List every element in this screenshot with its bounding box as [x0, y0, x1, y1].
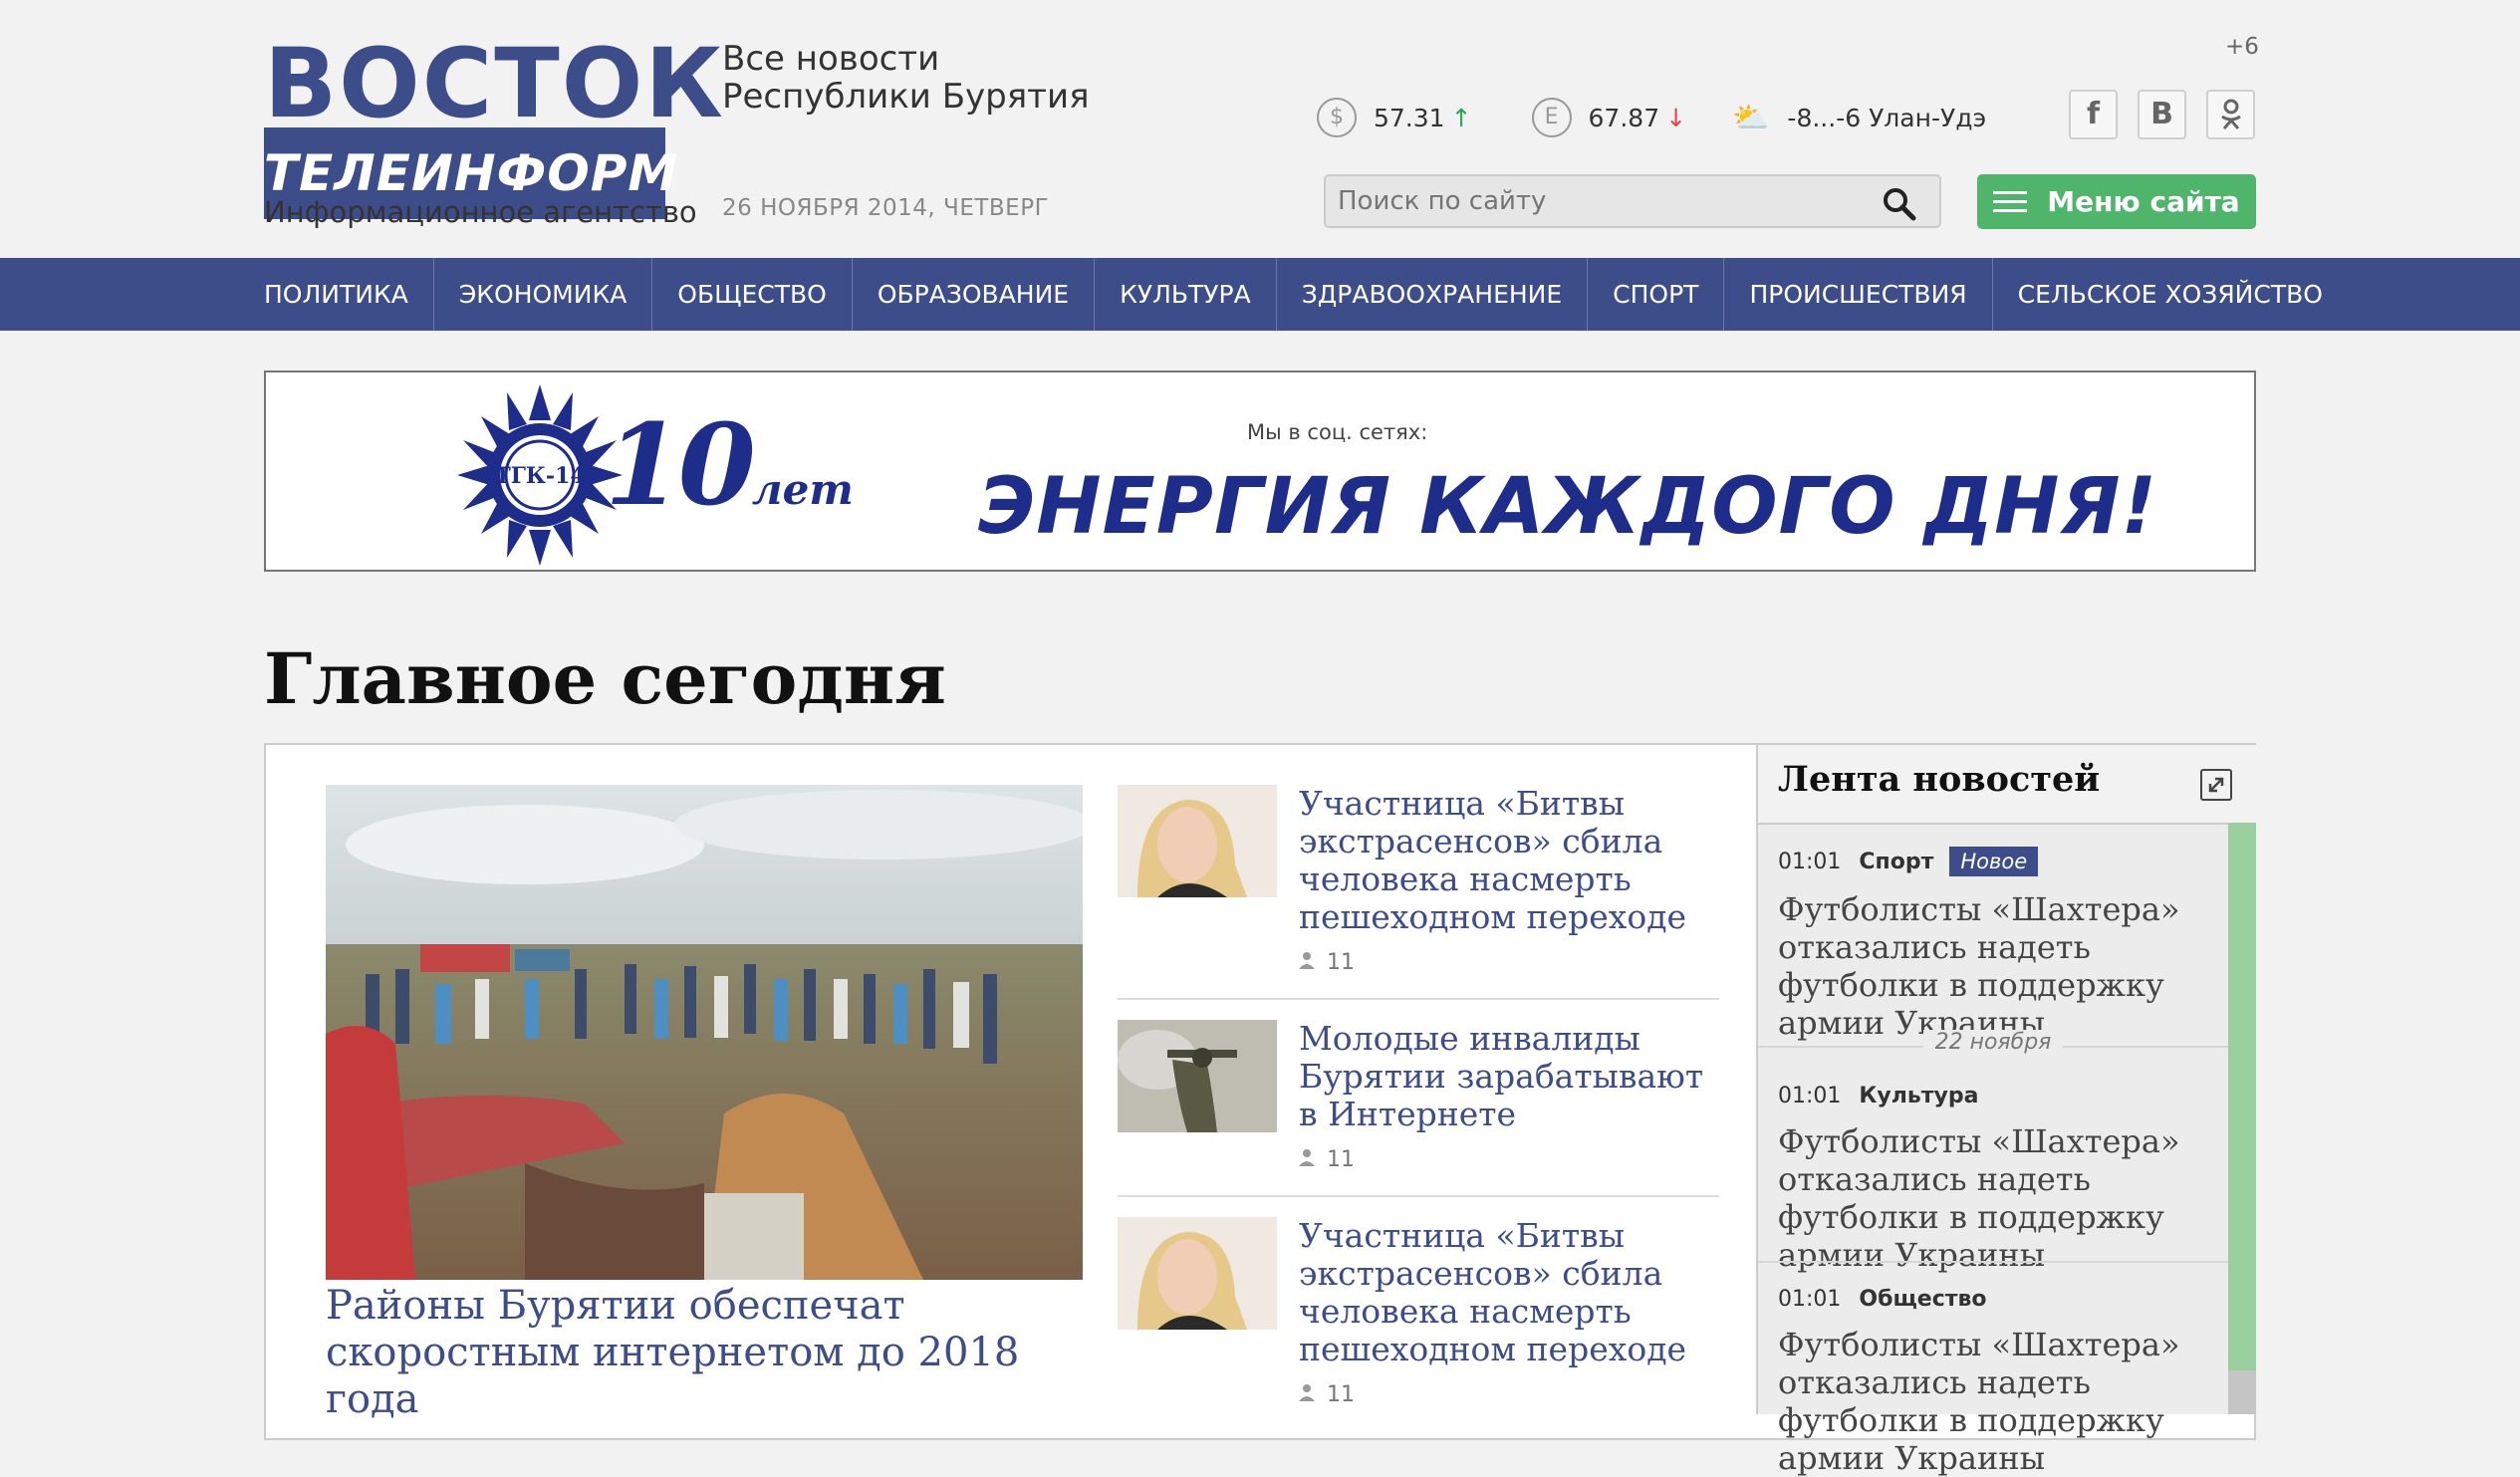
weather-text[interactable]: -8...-6 Улан-Удэ: [1787, 104, 1986, 132]
advertising-banner[interactable]: ТГК-14 10лет Мы в соц. сетях: ЭНЕРГИЯ КА…: [264, 370, 2256, 572]
news-divider: [1118, 1195, 1719, 1197]
search-input[interactable]: [1338, 176, 1856, 226]
banner-slogan: ЭНЕРГИЯ КАЖДОГО ДНЯ!: [978, 462, 2158, 552]
user-icon: [1299, 950, 1315, 975]
vkontakte-icon[interactable]: B: [2138, 90, 2186, 139]
news-feed: Лента новостей 01:01 Спорт Новое Футболи…: [1756, 745, 2256, 1477]
news-views: 11: [1299, 950, 1355, 975]
hamburger-icon: [1993, 185, 2028, 218]
feed-date-divider: 22 ноября: [1758, 1030, 2228, 1055]
user-icon: [1299, 1382, 1315, 1407]
current-date: 26 НОЯБРЯ 2014, ЧЕТВЕРГ: [722, 195, 1050, 221]
feed-item-time: 01:01: [1778, 1084, 1842, 1108]
timezone-offset: +6: [2225, 34, 2259, 60]
cloud-sun-icon: ⛅: [1732, 100, 1770, 135]
news-title[interactable]: Молодые инвалиды Бурятии зарабатывают в …: [1299, 1020, 1717, 1133]
odnoklassniki-icon[interactable]: [2206, 90, 2255, 139]
anniversary-number: 10: [605, 400, 756, 531]
scrollbar-thumb[interactable]: [2228, 823, 2256, 1370]
arrow-up-icon: ↑: [1450, 103, 1472, 132]
usd-rate: 57.31: [1374, 103, 1445, 132]
news-thumbnail[interactable]: [1118, 1020, 1277, 1132]
news-feed-header: Лента новостей: [1758, 745, 2256, 825]
lead-news-title[interactable]: Районы Бурятии обеспечат скоростным инте…: [326, 1283, 1103, 1423]
feed-item-title[interactable]: Футболисты «Шахтера» отказались надеть ф…: [1778, 1326, 2226, 1477]
feed-item[interactable]: 01:01 Общество Футболисты «Шахтера» отка…: [1778, 1287, 2226, 1477]
logo-subtitle: Информационное агентство: [264, 195, 697, 229]
currency-weather-bar: $ 57.31 ↑ E 67.87 ↓ ⛅ -8...-6 Улан-Удэ: [1317, 98, 1986, 137]
views-count: 11: [1327, 1382, 1355, 1407]
new-badge: Новое: [1949, 847, 2039, 876]
nav-item-sport[interactable]: СПОРТ: [1588, 258, 1725, 331]
feed-item-meta: 01:01 Культура: [1778, 1084, 2226, 1108]
views-count: 11: [1327, 950, 1355, 975]
tagline-line-2: Республики Бурятия: [722, 77, 1090, 117]
news-item[interactable]: Молодые инвалиды Бурятии зарабатывают в …: [1118, 1020, 1719, 1189]
main-navigation: ПОЛИТИКА ЭКОНОМИКА ОБЩЕСТВО ОБРАЗОВАНИЕ …: [0, 258, 2520, 331]
feed-item-time: 01:01: [1778, 849, 1842, 874]
feed-item-category[interactable]: Культура: [1859, 1084, 1978, 1108]
anniversary-years: 10лет: [605, 410, 854, 546]
news-feed-title: Лента новостей: [1778, 759, 2101, 800]
nav-item-culture[interactable]: КУЛЬТУРА: [1095, 258, 1277, 331]
feed-item-category[interactable]: Спорт: [1859, 850, 1933, 874]
site-tagline: Все новости Республики Бурятия: [722, 40, 1090, 116]
nav-item-politics[interactable]: ПОЛИТИКА: [264, 258, 434, 331]
feed-item-meta: 01:01 Общество: [1778, 1287, 2226, 1312]
logo-wordmark: ВОСТОК: [264, 28, 725, 139]
tagline-line-1: Все новости: [722, 39, 940, 79]
feed-item[interactable]: 01:01 Культура Футболисты «Шахтера» отка…: [1778, 1084, 2226, 1274]
news-title[interactable]: Участница «Битвы экстрасенсов» сбила чел…: [1299, 1217, 1717, 1368]
dollar-icon: $: [1317, 98, 1357, 137]
arrow-down-icon: ↓: [1665, 103, 1687, 132]
news-title[interactable]: Участница «Битвы экстрасенсов» сбила чел…: [1299, 785, 1717, 936]
feed-item-title[interactable]: Футболисты «Шахтера» отказались надеть ф…: [1778, 890, 2226, 1042]
news-item[interactable]: Участница «Битвы экстрасенсов» сбила чел…: [1118, 1217, 1719, 1416]
news-views: 11: [1299, 1147, 1355, 1172]
news-item[interactable]: Участница «Битвы экстрасенсов» сбила чел…: [1118, 785, 1719, 984]
feed-item-meta: 01:01 Спорт Новое: [1778, 847, 2226, 876]
feed-item-time: 01:01: [1778, 1287, 1842, 1312]
expand-icon[interactable]: [2200, 769, 2232, 801]
user-icon: [1299, 1147, 1315, 1172]
site-menu-button[interactable]: Меню сайта: [1977, 174, 2256, 229]
menu-button-label: Меню сайта: [2047, 185, 2240, 218]
news-feed-scrollbar[interactable]: [2228, 823, 2256, 1414]
news-thumbnail[interactable]: [1118, 1217, 1277, 1330]
lead-news-image[interactable]: [326, 785, 1083, 1280]
feed-divider: [1758, 1261, 2228, 1263]
tgk14-logo: ТГК-14: [455, 380, 625, 574]
nav-item-economy[interactable]: ЭКОНОМИКА: [434, 258, 653, 331]
nav-item-agriculture[interactable]: СЕЛЬСКОЕ ХОЗЯЙСТВО: [1993, 258, 2348, 331]
facebook-icon[interactable]: f: [2069, 90, 2118, 139]
news-thumbnail[interactable]: [1118, 785, 1277, 897]
nav-item-education[interactable]: ОБРАЗОВАНИЕ: [853, 258, 1096, 331]
views-count: 11: [1327, 1147, 1355, 1172]
news-views: 11: [1299, 1382, 1355, 1407]
feed-item-category[interactable]: Общество: [1859, 1287, 1986, 1312]
euro-icon: E: [1531, 98, 1572, 137]
nav-item-incidents[interactable]: ПРОИСШЕСТВИЯ: [1724, 258, 1993, 331]
site-logo[interactable]: ВОСТОК ТЕЛЕИНФОРМ: [264, 36, 723, 219]
search-box: [1324, 174, 1941, 228]
search-icon[interactable]: [1882, 186, 1917, 222]
section-title: Главное сегодня: [264, 637, 946, 720]
nav-item-health[interactable]: ЗДРАВООХРАНЕНИЕ: [1277, 258, 1589, 331]
feed-date-label: 22 ноября: [1922, 1030, 2064, 1055]
feed-item[interactable]: 01:01 Спорт Новое Футболисты «Шахтера» о…: [1778, 847, 2226, 1042]
anniversary-suffix: лет: [751, 465, 854, 514]
eur-rate: 67.87: [1588, 103, 1660, 132]
tgk14-logo-text: ТГК-14: [494, 463, 585, 489]
banner-social-caption: Мы в соц. сетях:: [1247, 420, 1428, 444]
nav-item-society[interactable]: ОБЩЕСТВО: [652, 258, 853, 331]
news-divider: [1118, 998, 1719, 1000]
feed-item-title[interactable]: Футболисты «Шахтера» отказались надеть ф…: [1778, 1122, 2226, 1274]
